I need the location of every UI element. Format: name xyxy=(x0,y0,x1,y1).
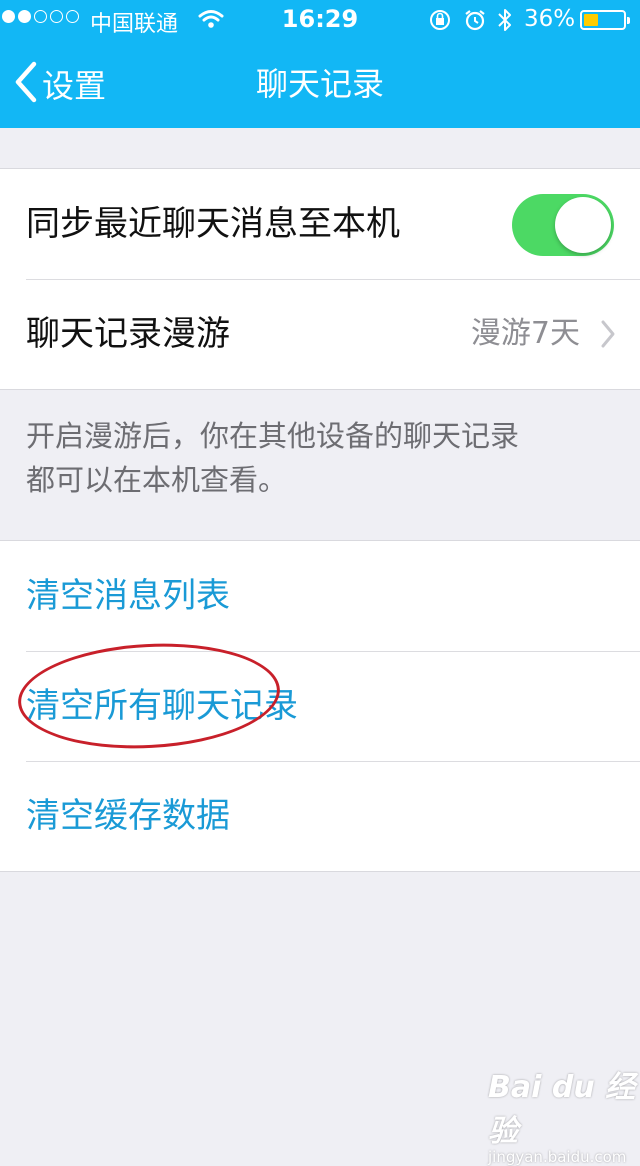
header: 中国联通 16:29 36% 设置 聊天记录 xyxy=(0,0,640,128)
battery-icon xyxy=(580,10,630,30)
settings-group: 同步最近聊天消息至本机 聊天记录漫游 漫游7天 xyxy=(0,168,640,390)
sync-recent-messages-row: 同步最近聊天消息至本机 xyxy=(0,169,640,279)
sync-recent-messages-label: 同步最近聊天消息至本机 xyxy=(26,204,400,244)
status-bar: 中国联通 16:29 36% xyxy=(0,0,640,40)
footnote-line-2: 都可以在本机查看。 xyxy=(26,463,288,497)
chat-history-roaming-label: 聊天记录漫游 xyxy=(26,314,230,354)
battery-fill xyxy=(584,14,598,26)
chat-history-roaming-row[interactable]: 聊天记录漫游 漫游7天 xyxy=(0,279,640,389)
clear-message-list-row[interactable]: 清空消息列表 xyxy=(0,541,640,651)
footnote-line-1: 开启漫游后，你在其他设备的聊天记录 xyxy=(26,419,520,453)
baidu-jingyan-watermark: Bai du 经验 jingyan.baidu.com xyxy=(488,1062,640,1166)
watermark-url: jingyan.baidu.com xyxy=(488,1148,627,1166)
watermark-logo: Bai du 经验 xyxy=(488,1070,636,1149)
navigation-bar: 设置 聊天记录 xyxy=(0,40,640,128)
battery-percentage: 36% xyxy=(524,6,576,32)
rotation-lock-icon xyxy=(428,8,452,38)
toggle-knob xyxy=(555,197,611,253)
alarm-icon xyxy=(463,8,487,38)
chevron-right-icon xyxy=(600,319,616,353)
roaming-footnote: 开启漫游后，你在其他设备的聊天记录 都可以在本机查看。 xyxy=(26,414,626,502)
clear-message-list-label: 清空消息列表 xyxy=(26,576,230,616)
clear-cache-data-label: 清空缓存数据 xyxy=(26,796,230,836)
sync-recent-messages-toggle[interactable] xyxy=(512,194,614,256)
bluetooth-icon xyxy=(496,7,514,39)
clear-cache-data-row[interactable]: 清空缓存数据 xyxy=(0,761,640,871)
roaming-duration-value: 漫游7天 xyxy=(470,316,580,351)
page-title: 聊天记录 xyxy=(255,65,384,103)
